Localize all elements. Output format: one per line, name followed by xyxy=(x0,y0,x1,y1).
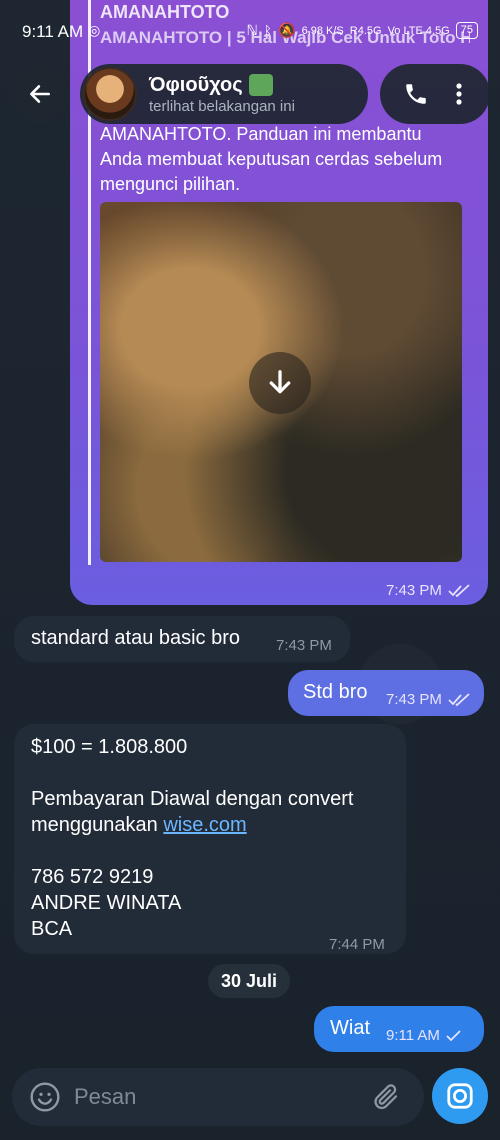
message-time: 7:44 PM xyxy=(329,936,385,953)
message-time: 7:43 PM xyxy=(276,637,332,654)
kebab-menu-icon xyxy=(456,83,462,105)
message-text: Wiat xyxy=(330,1017,370,1039)
outgoing-message[interactable]: Wiat 9:11 AM xyxy=(314,1006,484,1052)
whatsapp-notification-icon: ◎ xyxy=(88,22,101,38)
message-text: Std bro xyxy=(303,681,368,703)
message-time: 7:43 PM xyxy=(386,582,442,599)
attach-button[interactable] xyxy=(364,1075,408,1119)
message-meta: 7:43 PM xyxy=(386,582,472,599)
download-arrow-icon xyxy=(269,370,291,394)
outgoing-message[interactable]: Std bro 7:43 PM xyxy=(288,670,484,716)
camera-icon xyxy=(447,1083,473,1109)
wise-link[interactable]: wise.com xyxy=(163,814,246,836)
camera-button[interactable] xyxy=(432,1068,488,1124)
message-line: Pembayaran Diawal dengan convert xyxy=(31,788,354,810)
link-preview-image[interactable] xyxy=(100,202,462,562)
contact-last-seen: terlihat belakangan ini xyxy=(149,97,295,115)
more-options-button[interactable] xyxy=(444,74,474,114)
message-composer xyxy=(12,1068,424,1126)
battery-indicator: 75 xyxy=(455,22,478,39)
double-check-icon xyxy=(448,692,470,706)
pepe-emoji-icon xyxy=(248,74,273,96)
bluetooth-icon: ᛒ xyxy=(263,22,273,39)
network-speed: 6.98 K/S xyxy=(301,24,344,37)
arrow-left-icon xyxy=(30,85,50,103)
paperclip-icon xyxy=(374,1084,398,1110)
account-number: 786 572 9219 xyxy=(31,866,154,888)
message-time: 9:11 AM xyxy=(386,1027,440,1044)
contact-info-button[interactable]: Όφιοῦχος terlihat belakangan ini xyxy=(80,64,368,124)
date-separator: 30 Juli xyxy=(208,964,290,998)
message-text: standard atau basic bro xyxy=(31,627,241,649)
download-button[interactable] xyxy=(249,352,311,414)
double-check-icon xyxy=(448,583,470,597)
single-check-icon xyxy=(446,1029,461,1041)
message-time: 7:43 PM xyxy=(386,691,442,708)
account-name: ANDRE WINATA xyxy=(31,892,182,914)
message-input[interactable] xyxy=(74,1077,364,1117)
smiley-icon xyxy=(30,1082,60,1112)
phone-icon xyxy=(406,84,426,104)
incoming-message[interactable]: $100 = 1.808.800 Pembayaran Diawal denga… xyxy=(14,724,406,954)
message-meta: 7:43 PM xyxy=(386,691,472,708)
signal-1-label: R4.5G xyxy=(349,24,382,37)
back-button[interactable] xyxy=(10,64,70,124)
header-actions xyxy=(380,64,490,124)
message-line: $100 = 1.808.800 xyxy=(31,736,188,758)
emoji-button[interactable] xyxy=(22,1074,68,1120)
nfc-icon: ℕ xyxy=(246,22,258,38)
call-button[interactable] xyxy=(396,74,436,114)
avatar[interactable] xyxy=(83,67,137,121)
signal-2-label: Vo LTE 4.5G xyxy=(387,24,450,37)
chat-header: Όφιοῦχος terlihat belakangan ini xyxy=(0,62,500,124)
mute-bell-icon: 🔕 xyxy=(278,22,296,38)
status-time: 9:11 AM xyxy=(22,22,84,41)
incoming-message[interactable]: standard atau basic bro 7:43 PM xyxy=(14,616,350,662)
message-meta: 9:11 AM xyxy=(386,1027,462,1044)
link-preview-description: AMANAHTOTO. Panduan ini membantu Anda me… xyxy=(100,124,443,194)
message-list[interactable]: AMANAHTOTO AMANAHTOTO | 5 Hal Wajib Cek … xyxy=(0,0,500,1140)
contact-name: Όφιοῦχος xyxy=(149,73,243,96)
status-bar: 9:11 AM ◎ ℕ ᛒ 🔕 6.98 K/S R4.5G Vo LTE 4.… xyxy=(0,0,500,62)
message-line: menggunakan xyxy=(31,814,164,836)
